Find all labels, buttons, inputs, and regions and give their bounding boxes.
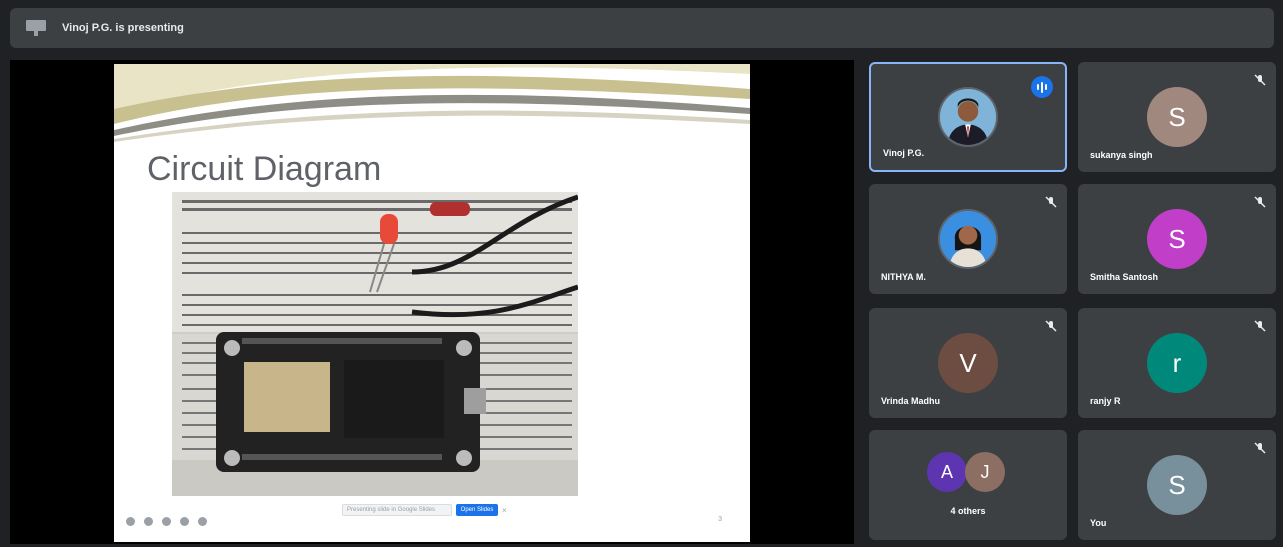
circuit-photo xyxy=(172,192,578,496)
avatar: A xyxy=(927,452,967,492)
pen-icon[interactable] xyxy=(162,517,171,526)
participant-name: You xyxy=(1090,518,1107,528)
present-screen-icon xyxy=(24,20,48,36)
mic-off-icon xyxy=(1254,74,1266,86)
avatar: S xyxy=(1147,87,1207,147)
mic-off-icon xyxy=(1254,320,1266,332)
slide-decoration xyxy=(114,64,750,144)
open-slides-button[interactable]: Open Slides xyxy=(456,504,498,516)
presenting-banner: Vinoj P.G. is presenting xyxy=(10,8,1274,48)
avatar xyxy=(938,87,998,147)
mic-off-icon xyxy=(1045,196,1057,208)
slide: Circuit Diagram Presenting slide in Goog… xyxy=(114,64,750,542)
participant-tile[interactable]: S sukanya singh xyxy=(1078,62,1276,172)
mic-off-icon xyxy=(1254,442,1266,454)
mic-off-icon xyxy=(1045,320,1057,332)
others-count: 4 others xyxy=(950,506,986,516)
prev-icon[interactable] xyxy=(126,517,135,526)
participant-tile[interactable]: Vinoj P.G. xyxy=(869,62,1067,172)
participant-name: Vinoj P.G. xyxy=(883,148,925,158)
participant-tile[interactable]: S Smitha Santosh xyxy=(1078,184,1276,294)
slides-bar: Presenting slide in Google Slides Open S… xyxy=(342,504,507,516)
avatar: J xyxy=(965,452,1005,492)
participant-name: sukanya singh xyxy=(1090,150,1153,160)
presenting-text: Vinoj P.G. is presenting xyxy=(62,22,184,34)
dismiss-icon[interactable]: × xyxy=(502,506,507,515)
speaking-indicator-icon xyxy=(1031,76,1053,98)
avatar: V xyxy=(938,333,998,393)
presentation-stage[interactable]: Circuit Diagram Presenting slide in Goog… xyxy=(10,60,854,544)
avatar xyxy=(938,209,998,269)
participant-tile[interactable]: V Vrinda Madhu xyxy=(869,308,1067,418)
slide-number: 3 xyxy=(718,516,722,523)
participant-name: Vrinda Madhu xyxy=(881,396,941,406)
mic-off-icon xyxy=(1254,196,1266,208)
avatar: r xyxy=(1147,333,1207,393)
self-tile[interactable]: S You xyxy=(1078,430,1276,540)
avatar: S xyxy=(1147,209,1207,269)
slide-controls xyxy=(126,517,207,526)
slide-title: Circuit Diagram xyxy=(147,150,382,188)
participant-tile[interactable]: r ranjy R xyxy=(1078,308,1276,418)
participant-name: NITHYA M. xyxy=(881,272,926,282)
participant-name: Smitha Santosh xyxy=(1090,272,1159,282)
slides-bar-text: Presenting slide in Google Slides xyxy=(342,504,452,516)
participant-name: ranjy R xyxy=(1090,396,1121,406)
settings-icon[interactable] xyxy=(198,517,207,526)
close-icon[interactable] xyxy=(180,517,189,526)
others-tile[interactable]: A J 4 others xyxy=(869,430,1067,540)
avatar: S xyxy=(1147,455,1207,515)
participant-tile[interactable]: NITHYA M. xyxy=(869,184,1067,294)
next-icon[interactable] xyxy=(144,517,153,526)
